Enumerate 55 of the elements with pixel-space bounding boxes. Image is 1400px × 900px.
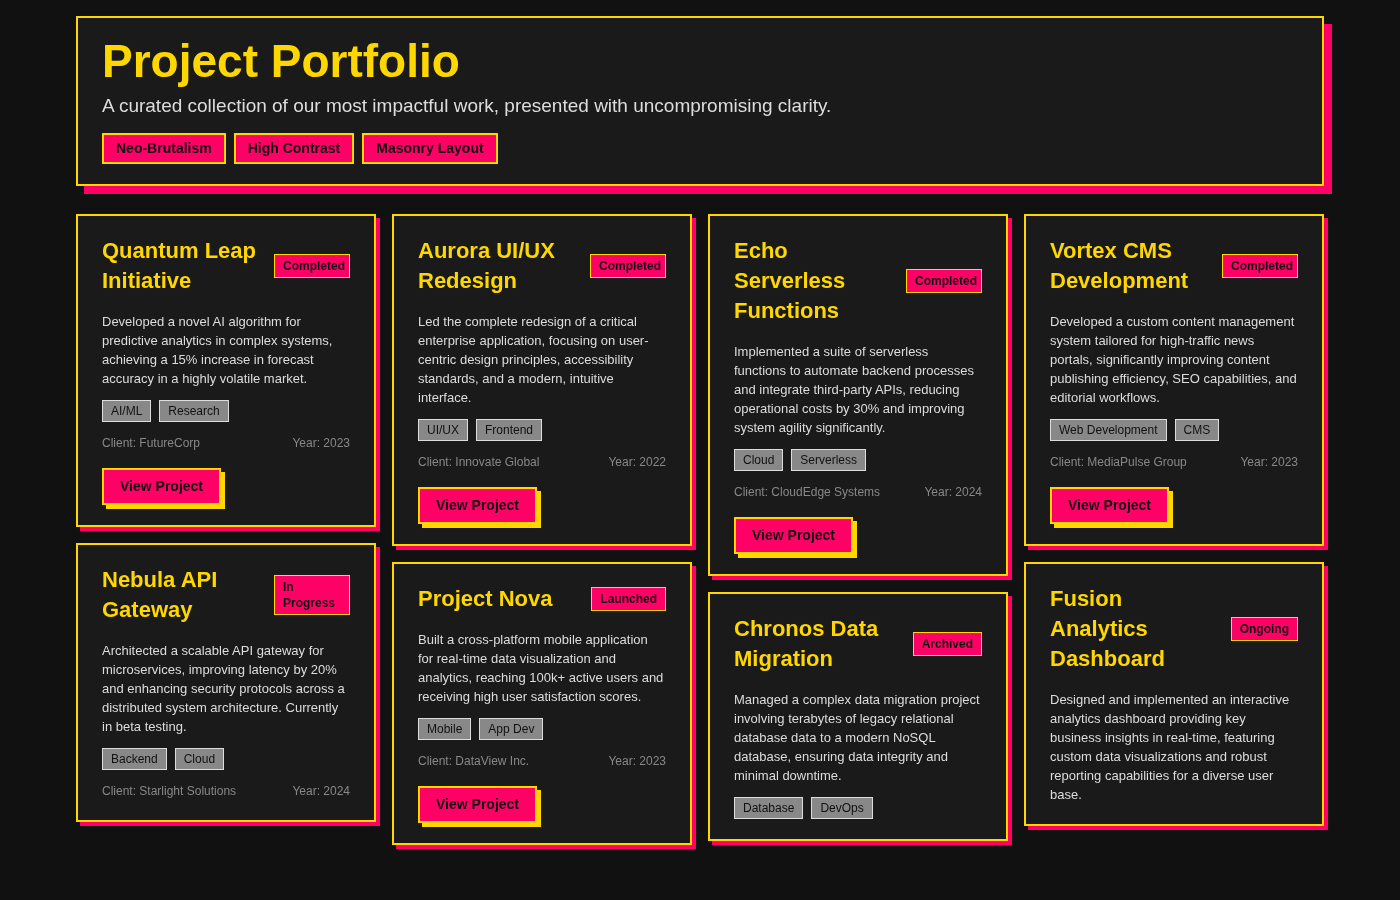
tech-tag: Frontend xyxy=(476,418,543,441)
project-title: Echo Serverless Functions xyxy=(734,236,847,325)
tech-tag: AI/ML xyxy=(102,399,152,422)
project-title: Quantum Leap Initiative xyxy=(102,236,257,295)
project-title: Nebula API Gateway xyxy=(102,565,219,624)
project-description: Managed a complex data migration project involving terabytes of legacy relational database data to a modern NoSQL database, ensuring data integrity and minimal downtime. xyxy=(734,690,981,785)
project-title: Project Nova xyxy=(418,584,554,613)
tech-tag: CMS xyxy=(1174,418,1220,441)
style-tag: Masonry Layout xyxy=(362,132,498,164)
tech-tag: DevOps xyxy=(811,796,873,819)
style-tag: High Contrast xyxy=(233,132,355,164)
project-year: Year: 2022 xyxy=(608,453,666,471)
client-name: Client: CloudEdge Systems xyxy=(734,483,881,501)
project-description: Developed a custom content management system tailored for high-traffic news portals, significantly improving content publishing efficiency, SEO capabilities, and editorial workflows. xyxy=(1050,312,1298,407)
tech-tag: App Dev xyxy=(479,717,544,740)
project-year: Year: 2023 xyxy=(1240,453,1298,471)
project-description: Developed a novel AI algorithm for predictive analytics in complex systems, achieving a 15% increase in forecast accuracy in a highly volatile market. xyxy=(102,312,334,388)
project-description: Built a cross-platform mobile application for real-time data visualization and analytics, reaching 100k+ active users and receiving high user satisfaction scores. xyxy=(418,630,665,706)
project-year: Year: 2024 xyxy=(924,483,982,501)
project-title: Aurora UI/UX Redesign xyxy=(418,236,556,295)
project-title: Vortex CMS Development xyxy=(1050,236,1190,295)
tech-tag: Web Development xyxy=(1050,418,1167,441)
tech-tag: Database xyxy=(734,796,804,819)
client-name: Client: Starlight Solutions xyxy=(102,782,237,800)
status-badge: Launched xyxy=(591,586,666,611)
client-name: Client: MediaPulse Group xyxy=(1050,453,1187,471)
page-title: Project Portfolio xyxy=(102,34,461,88)
tech-tag: Cloud xyxy=(734,448,784,471)
project-description: Led the complete redesign of a critical enterprise application, focusing on user-centric design principles, accessibility standards, and a modern, intuitive interface. xyxy=(418,312,650,407)
tech-tag: Research xyxy=(159,399,229,422)
status-badge: In Progress xyxy=(274,574,350,615)
status-badge: Ongoing xyxy=(1230,616,1298,641)
status-badge: Completed xyxy=(590,253,666,278)
project-year: Year: 2023 xyxy=(608,752,666,770)
status-badge: Completed xyxy=(1222,253,1298,278)
project-title: Fusion Analytics Dashboard xyxy=(1050,584,1166,673)
tech-tag: Mobile xyxy=(418,717,472,740)
tech-tag: Serverless xyxy=(791,448,867,471)
client-name: Client: DataView Inc. xyxy=(418,752,530,770)
style-tag: Neo-Brutalism xyxy=(102,132,226,164)
client-name: Client: Innovate Global xyxy=(418,453,540,471)
status-badge: Archived xyxy=(912,631,982,656)
tech-tag: Backend xyxy=(102,747,167,770)
project-description: Architected a scalable API gateway for microservices, improving latency by 20% and enhancing security protocols across a distributed system architecture. Currently in beta testing. xyxy=(102,641,346,736)
project-year: Year: 2024 xyxy=(292,782,350,800)
project-title: Chronos Data Migration xyxy=(734,614,880,673)
page-subtitle: A curated collection of our most impactful work, presented with uncompromising clarity. xyxy=(102,94,833,118)
tech-tag: Cloud xyxy=(174,747,225,770)
project-description: Designed and implemented an interactive analytics dashboard providing key business insights in real-time, featuring custom data visualizations and robust reporting capabilities for a diverse user base. xyxy=(1050,690,1291,804)
project-year: Year: 2023 xyxy=(292,434,350,452)
status-badge: Completed xyxy=(906,268,982,293)
project-description: Implemented a suite of serverless functions to automate backend processes and integrate third-party APIs, reducing operational costs by 30% and improving system agility significantly. xyxy=(734,342,975,437)
client-name: Client: FutureCorp xyxy=(102,434,201,452)
tech-tag: UI/UX xyxy=(418,418,468,441)
status-badge: Completed xyxy=(274,253,350,278)
